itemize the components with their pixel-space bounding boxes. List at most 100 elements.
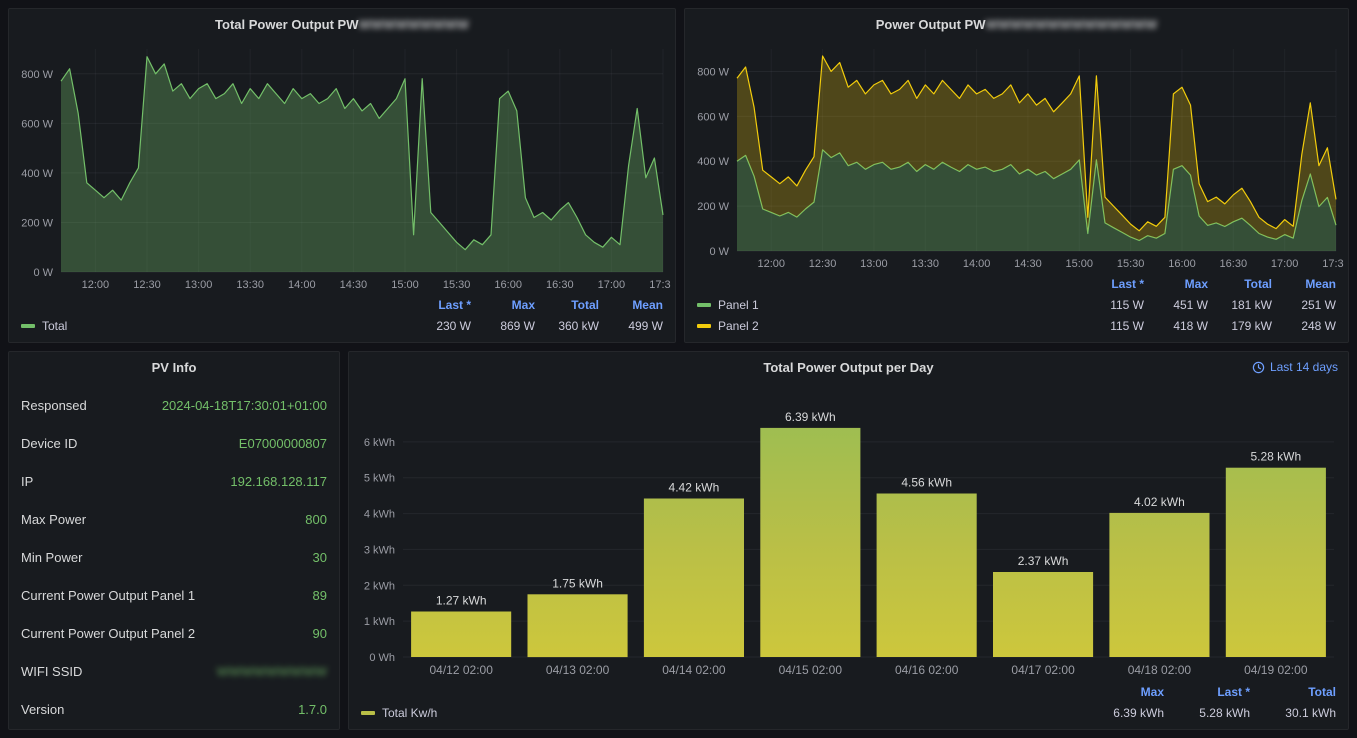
legend-stat-header-total[interactable]: Total: [1214, 277, 1272, 291]
legend-series-panel2[interactable]: Panel 2: [697, 319, 1080, 333]
legend-stat-header-last[interactable]: Last *: [413, 298, 471, 312]
pv-row-device-id: Device ID E07000000807: [9, 424, 339, 462]
legend-series-row-total-kwh: Total Kw/h 6.39 kWh 5.28 kWh 30.1 kWh: [361, 702, 1336, 723]
svg-text:1.27 kWh: 1.27 kWh: [436, 594, 487, 608]
svg-text:12:30: 12:30: [133, 279, 161, 291]
svg-text:0 W: 0 W: [33, 267, 53, 279]
svg-text:600 W: 600 W: [21, 118, 53, 130]
legend-series-label: Total: [42, 319, 67, 333]
legend-stat-header-mean[interactable]: Mean: [605, 298, 663, 312]
pv-row-label: Device ID: [21, 436, 77, 451]
legend-series-total[interactable]: Total: [21, 319, 407, 333]
svg-text:16:30: 16:30: [546, 279, 574, 291]
legend-stat-value: 30.1 kWh: [1256, 706, 1336, 720]
panel-title-redacted: WWWWWWWWW: [359, 17, 469, 32]
panel-power-per-day: Total Power Output per Day Last 14 days …: [348, 351, 1349, 730]
pv-row-label: Current Power Output Panel 1: [21, 588, 195, 603]
svg-text:04/17 02:00: 04/17 02:00: [1011, 663, 1075, 677]
svg-text:04/19 02:00: 04/19 02:00: [1244, 663, 1308, 677]
pv-info-table: Responsed 2024-04-18T17:30:01+01:00 Devi…: [9, 382, 339, 730]
series-color-swatch: [697, 324, 711, 328]
svg-text:17:00: 17:00: [1271, 258, 1299, 270]
legend-per-day: Max Last * Total Total Kw/h 6.39 kWh 5.2…: [349, 679, 1348, 729]
svg-text:04/13 02:00: 04/13 02:00: [546, 663, 610, 677]
svg-text:15:30: 15:30: [1117, 258, 1145, 270]
svg-text:14:00: 14:00: [963, 258, 991, 270]
legend-stat-value: 115 W: [1086, 319, 1144, 333]
svg-text:14:30: 14:30: [340, 279, 368, 291]
pv-row-label: Min Power: [21, 550, 82, 565]
svg-text:5 kWh: 5 kWh: [364, 473, 395, 485]
dashboard-row-top: Total Power Output PWWWWWWWWWW 12:0012:3…: [8, 8, 1349, 343]
svg-text:16:30: 16:30: [1220, 258, 1248, 270]
legend-header-row: Last * Max Total Mean: [21, 294, 663, 315]
legend-stat-header-total[interactable]: Total: [1256, 685, 1336, 699]
svg-text:04/16 02:00: 04/16 02:00: [895, 663, 959, 677]
panel-title-pv-info[interactable]: PV Info: [9, 352, 339, 382]
legend-stat-header-last[interactable]: Last *: [1086, 277, 1144, 291]
svg-text:4 kWh: 4 kWh: [364, 509, 395, 521]
svg-text:400 W: 400 W: [697, 156, 729, 168]
legend-stat-value: 181 kW: [1214, 298, 1272, 312]
legend-series-panel1[interactable]: Panel 1: [697, 298, 1080, 312]
total-power-timeseries-chart[interactable]: 12:0012:3013:0013:3014:0014:3015:0015:30…: [13, 39, 671, 292]
svg-text:600 W: 600 W: [697, 111, 729, 123]
svg-text:15:00: 15:00: [1066, 258, 1094, 270]
pv-row-value: 1.7.0: [298, 702, 327, 717]
panel-title-power-output[interactable]: Power Output PWWWWWWWWWWWWWWW: [685, 9, 1348, 39]
svg-text:2.37 kWh: 2.37 kWh: [1018, 554, 1069, 568]
legend-stat-header-max[interactable]: Max: [477, 298, 535, 312]
pv-row-label: Current Power Output Panel 2: [21, 626, 195, 641]
pv-row-value: 90: [313, 626, 327, 641]
legend-series-row-total: Total 230 W 869 W 360 kW 499 W: [21, 315, 663, 336]
svg-text:800 W: 800 W: [21, 69, 53, 81]
legend-series-label: Total Kw/h: [382, 706, 437, 720]
time-range-picker[interactable]: Last 14 days: [1252, 360, 1338, 374]
svg-text:6.39 kWh: 6.39 kWh: [785, 410, 836, 424]
svg-text:04/18 02:00: 04/18 02:00: [1128, 663, 1192, 677]
grafana-dashboard: Total Power Output PWWWWWWWWWW 12:0012:3…: [0, 0, 1357, 738]
dashboard-row-bottom: PV Info Responsed 2024-04-18T17:30:01+01…: [8, 351, 1349, 730]
power-per-day-bar-chart[interactable]: 0 Wh1 kWh2 kWh3 kWh4 kWh5 kWh6 kWh1.27 k…: [353, 382, 1344, 679]
legend-stat-header-mean[interactable]: Mean: [1278, 277, 1336, 291]
legend-stat-header-max[interactable]: Max: [1084, 685, 1164, 699]
pv-row-label: Max Power: [21, 512, 86, 527]
svg-text:1.75 kWh: 1.75 kWh: [552, 576, 603, 590]
svg-text:4.42 kWh: 4.42 kWh: [669, 481, 720, 495]
pv-row-max-power: Max Power 800: [9, 500, 339, 538]
pv-row-wifi-ssid: WIFI SSID WWWWWWWWW: [9, 652, 339, 690]
legend-series-label: Panel 2: [718, 319, 759, 333]
legend-stat-header-total[interactable]: Total: [541, 298, 599, 312]
legend-series-total-kwh[interactable]: Total Kw/h: [361, 706, 1078, 720]
panel-title-per-day[interactable]: Total Power Output per Day: [349, 352, 1348, 382]
legend-stat-value: 115 W: [1086, 298, 1144, 312]
legend-total-power: Last * Max Total Mean Total 230 W 869 W …: [9, 292, 675, 342]
svg-text:15:00: 15:00: [391, 279, 419, 291]
legend-stat-header-max[interactable]: Max: [1150, 277, 1208, 291]
panel-title-redacted: WWWWWWWWWWWWWW: [986, 17, 1158, 32]
legend-stat-value: 5.28 kWh: [1170, 706, 1250, 720]
svg-text:14:00: 14:00: [288, 279, 316, 291]
svg-text:17:30: 17:30: [649, 279, 671, 291]
panel-title-text: Power Output PW: [876, 17, 986, 32]
pv-row-value: E07000000807: [239, 436, 327, 451]
power-output-timeseries-chart[interactable]: 12:0012:3013:0013:3014:0014:3015:0015:30…: [689, 39, 1344, 271]
pv-row-value: 800: [305, 512, 327, 527]
legend-stat-value: 179 kW: [1214, 319, 1272, 333]
clock-icon: [1252, 361, 1265, 374]
panel-title-text: Total Power Output per Day: [763, 360, 933, 375]
pv-row-ip: IP 192.168.128.117: [9, 462, 339, 500]
pv-row-value: 89: [313, 588, 327, 603]
series-color-swatch: [697, 303, 711, 307]
legend-stat-header-last[interactable]: Last *: [1170, 685, 1250, 699]
pv-row-value: 192.168.128.117: [230, 474, 327, 489]
svg-text:17:00: 17:00: [598, 279, 626, 291]
svg-text:14:30: 14:30: [1014, 258, 1042, 270]
svg-text:13:00: 13:00: [185, 279, 213, 291]
svg-text:17:30: 17:30: [1322, 258, 1344, 270]
svg-text:13:30: 13:30: [911, 258, 939, 270]
panel-title-total-power[interactable]: Total Power Output PWWWWWWWWWW: [9, 9, 675, 39]
svg-text:12:30: 12:30: [809, 258, 837, 270]
pv-row-value: 2024-04-18T17:30:01+01:00: [162, 398, 327, 413]
svg-text:12:00: 12:00: [757, 258, 785, 270]
